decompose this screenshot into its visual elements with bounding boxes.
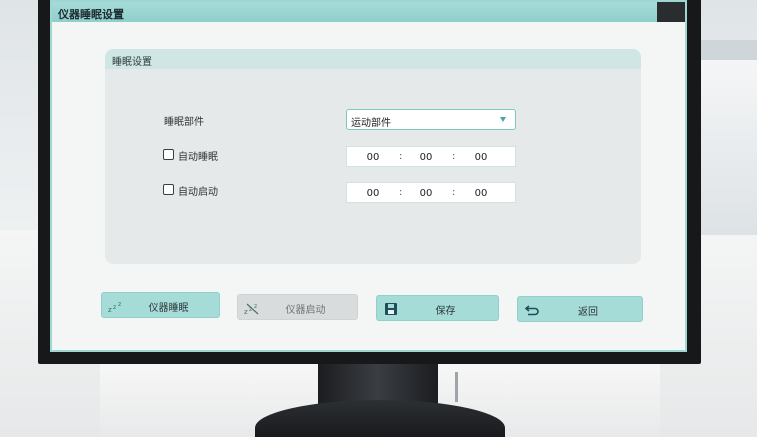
auto-sleep-time-field[interactable]: 00 : 00 : 00 xyxy=(346,146,516,167)
auto-start-seconds[interactable]: 00 xyxy=(470,188,492,199)
auto-start-hours[interactable]: 00 xyxy=(362,188,384,199)
time-separator: : xyxy=(452,151,456,162)
dialog-title-bar: 仪器睡眠设置 xyxy=(52,2,685,22)
auto-sleep-hours[interactable]: 00 xyxy=(362,152,384,163)
auto-sleep-seconds[interactable]: 00 xyxy=(470,152,492,163)
auto-start-checkbox[interactable] xyxy=(163,184,174,195)
back-button[interactable]: 返回 xyxy=(517,296,643,322)
instrument-sleep-dialog: 仪器睡眠设置 睡眠设置 睡眠部件 运动部件 自动睡眠 00 : 00 : 00 … xyxy=(50,0,687,352)
dialog-title: 仪器睡眠设置 xyxy=(58,8,124,21)
chevron-down-icon xyxy=(500,117,506,122)
back-label: 返回 xyxy=(578,307,598,318)
time-separator: : xyxy=(399,187,403,198)
sleep-part-label: 睡眠部件 xyxy=(164,117,204,128)
save-button[interactable]: 保存 xyxy=(376,295,499,321)
instrument-start-label: 仪器启动 xyxy=(285,305,326,316)
time-separator: : xyxy=(399,151,403,162)
instrument-sleep-button[interactable]: z z z 仪器睡眠 xyxy=(101,292,220,318)
instrument-start-button[interactable]: z z z 仪器启动 xyxy=(237,294,358,320)
cabinet-slot xyxy=(455,372,458,402)
panel-title: 睡眠设置 xyxy=(112,57,152,68)
sleep-part-value: 运动部件 xyxy=(351,118,391,129)
auto-sleep-label[interactable]: 自动睡眠 xyxy=(178,148,218,163)
instrument-sleep-label: 仪器睡眠 xyxy=(148,303,189,314)
panel-header: 睡眠设置 xyxy=(105,49,641,69)
auto-sleep-minutes[interactable]: 00 xyxy=(415,152,437,163)
auto-sleep-checkbox[interactable] xyxy=(163,149,174,160)
sleep-settings-panel: 睡眠设置 睡眠部件 运动部件 自动睡眠 00 : 00 : 00 自动启动 00… xyxy=(105,49,641,264)
sleep-part-select[interactable]: 运动部件 xyxy=(346,109,516,130)
time-separator: : xyxy=(452,187,456,198)
title-bar-edge xyxy=(657,2,685,22)
auto-start-label[interactable]: 自动启动 xyxy=(178,183,218,198)
auto-start-time-field[interactable]: 00 : 00 : 00 xyxy=(346,182,516,203)
auto-start-minutes[interactable]: 00 xyxy=(415,188,437,199)
save-label: 保存 xyxy=(435,306,456,317)
